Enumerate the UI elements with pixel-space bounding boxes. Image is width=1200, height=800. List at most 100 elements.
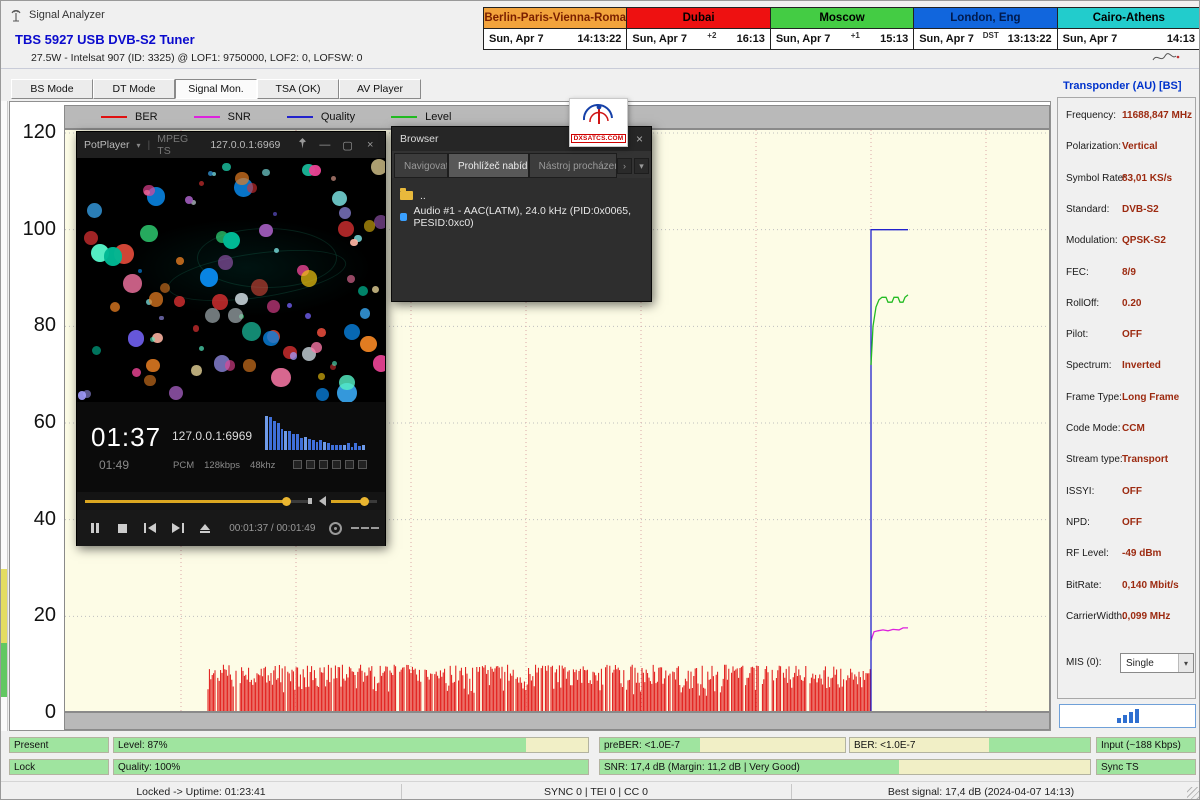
pause-button[interactable] <box>83 515 107 541</box>
resize-grip[interactable] <box>1187 787 1200 800</box>
y-tick-100: 100 <box>10 218 56 240</box>
tp-value-7: OFF <box>1122 329 1142 340</box>
mini-button-icon[interactable] <box>358 460 367 469</box>
tab-tsa-ok-[interactable]: TSA (OK) <box>257 79 339 99</box>
video-dot <box>318 373 324 379</box>
status-bar-level: Level: 87% <box>113 737 589 753</box>
tab-signal-mon-[interactable]: Signal Mon. <box>175 79 257 99</box>
mis-value: Single <box>1126 658 1154 669</box>
tp-value-8: Inverted <box>1122 360 1161 371</box>
spectrum-bar <box>281 429 284 450</box>
mis-dropdown[interactable]: Single ▾ <box>1120 653 1194 673</box>
browser-item-0[interactable]: .. <box>400 185 643 206</box>
mini-button-icon[interactable] <box>293 460 302 469</box>
mini-button-icon[interactable] <box>345 460 354 469</box>
settings-gear-icon[interactable] <box>323 515 347 541</box>
video-dot <box>331 176 337 182</box>
stream-format: MPEG TS <box>157 133 203 157</box>
tab-av-player[interactable]: AV Player <box>339 79 421 99</box>
chart-bottom-strip <box>64 712 1050 730</box>
video-dot <box>358 286 368 296</box>
spectrum-bar <box>354 443 357 450</box>
chevron-down-icon[interactable]: ▾ <box>137 141 141 150</box>
status-label: Lock <box>14 762 35 773</box>
pin-icon[interactable] <box>294 138 310 152</box>
tp-value-5: 8/9 <box>1122 267 1136 278</box>
next-button[interactable] <box>166 515 190 541</box>
tp-value-2: 83,01 KS/s <box>1122 173 1172 184</box>
browser-tab-0[interactable]: Navigovat <box>394 153 448 178</box>
video-dot <box>263 331 278 346</box>
browser-tab-2[interactable]: Nástroj procházení t <box>529 153 617 178</box>
meter-bar-icon <box>1117 718 1121 723</box>
mini-button-icon[interactable] <box>306 460 315 469</box>
legend-swatch <box>101 116 127 118</box>
volume-slider[interactable] <box>331 500 377 503</box>
tp-value-16: 0,099 MHz <box>1122 611 1170 622</box>
close-icon[interactable]: × <box>362 139 378 151</box>
video-dot <box>271 368 291 388</box>
video-dot <box>371 159 385 175</box>
maximize-icon[interactable]: ▢ <box>340 139 356 152</box>
video-dot <box>212 294 228 310</box>
tp-label-5: FEC: <box>1066 267 1089 278</box>
speaker-icon[interactable] <box>319 496 326 506</box>
chevron-down-icon[interactable]: ▾ <box>1178 654 1193 672</box>
meter-bar-icon <box>1123 715 1127 723</box>
status-bar-quality: Quality: 100% <box>113 759 589 775</box>
tuner-subtitle: 27.5W - Intelsat 907 (ID: 3325) @ LOF1: … <box>31 52 362 64</box>
previous-button[interactable] <box>138 515 162 541</box>
seek-bar[interactable] <box>85 500 311 503</box>
stop-button[interactable] <box>111 515 135 541</box>
volume-handle[interactable] <box>360 497 369 506</box>
video-dot <box>159 316 163 320</box>
spectrum-bar <box>284 431 287 450</box>
pot-video[interactable] <box>77 158 385 402</box>
y-tick-20: 20 <box>10 604 56 626</box>
playlist-menu-icon[interactable] <box>351 515 379 541</box>
video-dot <box>235 293 248 306</box>
mini-button-icon[interactable] <box>319 460 328 469</box>
y-tick-60: 60 <box>10 411 56 433</box>
potplayer-titlebar[interactable]: PotPlayer ▾ | MPEG TS 127.0.0.1:6969 — ▢… <box>77 132 385 158</box>
statusbar-sync: SYNC 0 | TEI 0 | CC 0 <box>401 782 791 800</box>
browser-item-1[interactable]: Audio #1 - AAC(LATM), 24.0 kHz (PID:0x00… <box>400 206 643 227</box>
video-dot <box>339 375 355 391</box>
eject-button[interactable] <box>194 515 218 541</box>
tab-dt-mode[interactable]: DT Mode <box>93 79 175 99</box>
browser-tab-1[interactable]: Prohlížeč nabídky <box>448 153 529 178</box>
clock-zone-label-2: Moscow <box>770 8 913 28</box>
video-dot <box>144 375 155 386</box>
audio-spectrum <box>265 416 365 450</box>
video-dot <box>176 257 184 265</box>
browser-nav-buttons: ›▾ <box>617 158 649 174</box>
spectrum-bar <box>347 443 350 450</box>
video-dot <box>174 296 185 307</box>
app-title: Signal Analyzer <box>29 9 105 21</box>
mini-button-icon[interactable] <box>332 460 341 469</box>
video-dot <box>274 248 279 253</box>
video-dot <box>92 346 101 355</box>
statusbar-best-signal: Best signal: 17,4 dB (2024-04-07 14:13) <box>791 782 1171 800</box>
video-dot <box>332 191 347 206</box>
controls-time: 00:01:37 / 00:01:49 <box>229 523 315 534</box>
tab-bs-mode[interactable]: BS Mode <box>11 79 93 99</box>
spectrum-bar <box>331 445 334 450</box>
chevron-down-icon[interactable]: ▾ <box>634 158 649 174</box>
logo-text: DXSATCS.COM <box>571 134 627 143</box>
transponder-panel: Frequency:11688,847 MHzPolarization:Vert… <box>1057 97 1196 699</box>
arrow-right-icon[interactable]: › <box>617 158 632 174</box>
spectrum-bar <box>300 438 303 450</box>
video-dot <box>317 328 326 337</box>
minimize-icon[interactable]: — <box>317 139 333 151</box>
video-dot <box>140 225 158 243</box>
divider: | <box>148 139 151 151</box>
audio-info: PCM128kbps48khz <box>173 460 275 471</box>
close-icon[interactable]: × <box>636 132 643 146</box>
signal-meter-widget[interactable] <box>1059 704 1196 728</box>
seek-handle[interactable] <box>282 497 291 506</box>
clock-offset: +1 <box>851 31 860 40</box>
tp-value-9: Long Frame <box>1122 392 1179 403</box>
video-dot <box>290 352 297 359</box>
video-dot <box>132 368 141 377</box>
